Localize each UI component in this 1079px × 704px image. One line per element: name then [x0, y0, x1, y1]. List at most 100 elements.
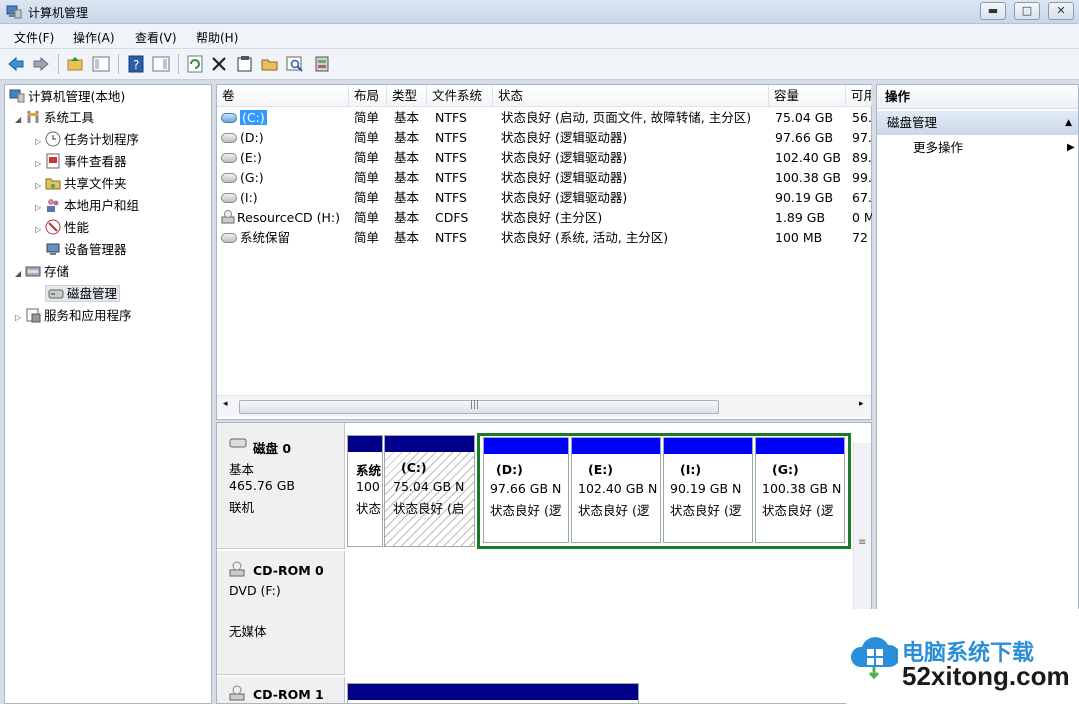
table-row[interactable]: ResourceCD (H:) 简单 基本 CDFS 状态良好 (主分区) 1.…: [217, 208, 872, 228]
table-row[interactable]: (G:) 简单 基本 NTFS 状态良好 (逻辑驱动器) 100.38 GB 9…: [217, 168, 872, 188]
tree-storage[interactable]: ◢ 存储: [15, 262, 69, 282]
expand-arrow-icon[interactable]: ▷: [35, 176, 45, 196]
search-icon[interactable]: [286, 55, 304, 73]
cd-drive-icon: [221, 210, 235, 224]
submenu-arrow-icon[interactable]: ▶: [1067, 142, 1075, 153]
column-header-volume[interactable]: 卷: [217, 85, 349, 107]
partition-status: 状态良好 (逻: [490, 503, 562, 518]
partition-size: 100: [356, 479, 380, 494]
toolbar-separator: [178, 54, 179, 74]
scroll-right-icon[interactable]: ▸: [859, 399, 864, 409]
table-row[interactable]: (C:) 简单 基本 NTFS 状态良好 (启动, 页面文件, 故障转储, 主分…: [217, 108, 872, 128]
partition-c[interactable]: (C:) 75.04 GB N 状态良好 (启: [384, 435, 475, 547]
actions-group-disk-management[interactable]: 磁盘管理 ▲: [877, 111, 1078, 135]
tree-services-apps[interactable]: ▷ 服务和应用程序: [15, 306, 132, 326]
tree-performance[interactable]: ▷ 性能: [35, 218, 89, 238]
cdrom0-info[interactable]: CD-ROM 0 DVD (F:) 无媒体: [217, 551, 345, 675]
table-row[interactable]: 系统保留 简单 基本 NTFS 状态良好 (系统, 活动, 主分区) 100 M…: [217, 228, 872, 248]
capacity-cell: 90.19 GB: [775, 190, 834, 205]
menu-file[interactable]: 文件(F): [14, 29, 54, 46]
collapse-arrow-icon[interactable]: ◢: [15, 264, 25, 284]
disk-settings-icon[interactable]: [313, 55, 331, 73]
status-cell: 状态良好 (逻辑驱动器): [501, 170, 628, 185]
partition-g[interactable]: (G:) 100.38 GB N 状态良好 (逻: [755, 437, 845, 543]
expand-arrow-icon[interactable]: ▷: [15, 308, 25, 328]
show-hide-tree-icon[interactable]: [92, 55, 110, 73]
disk0-type: 基本: [229, 462, 255, 477]
partition-system-reserved[interactable]: 系统 100 状态: [347, 435, 383, 547]
status-cell: 状态良好 (逻辑驱动器): [501, 190, 628, 205]
partition-d[interactable]: (D:) 97.66 GB N 状态良好 (逻: [483, 437, 569, 543]
partition-size: 97.66 GB N: [490, 481, 562, 496]
type-cell: 基本: [394, 230, 420, 245]
minimize-button[interactable]: ▬: [980, 2, 1006, 20]
collapse-icon[interactable]: ▲: [1065, 111, 1072, 135]
tree-disk-management[interactable]: 磁盘管理: [45, 284, 121, 304]
fs-cell: NTFS: [435, 190, 467, 205]
horizontal-scrollbar[interactable]: ◂ ||| ▸: [217, 395, 871, 417]
column-header-free[interactable]: 可用: [846, 85, 872, 107]
logical-drive-bar: [664, 438, 752, 454]
scroll-left-icon[interactable]: ◂: [223, 399, 228, 409]
up-folder-icon[interactable]: [66, 55, 84, 73]
table-row[interactable]: (D:) 简单 基本 NTFS 状态良好 (逻辑驱动器) 97.66 GB 97…: [217, 128, 872, 148]
show-action-pane-icon[interactable]: [152, 55, 170, 73]
type-cell: 基本: [394, 130, 420, 145]
disk0-info[interactable]: 磁盘 0 基本 465.76 GB 联机: [217, 423, 345, 549]
scroll-grip: ≡: [858, 537, 867, 548]
back-icon[interactable]: [7, 55, 25, 73]
table-row[interactable]: (E:) 简单 基本 NTFS 状态良好 (逻辑驱动器) 102.40 GB 8…: [217, 148, 872, 168]
volume-name: (E:): [240, 150, 262, 165]
column-header-layout[interactable]: 布局: [349, 85, 387, 107]
expand-arrow-icon[interactable]: ▷: [35, 132, 45, 152]
properties-icon[interactable]: [236, 55, 254, 73]
open-icon[interactable]: [261, 55, 279, 73]
column-header-status[interactable]: 状态: [493, 85, 769, 107]
partition-e[interactable]: (E:) 102.40 GB N 状态良好 (逻: [571, 437, 661, 543]
partition-label: (E:): [588, 462, 613, 477]
tree-task-scheduler[interactable]: ▷ 任务计划程序: [35, 130, 139, 150]
help-icon[interactable]: ?: [127, 55, 145, 73]
capacity-cell: 102.40 GB: [775, 150, 841, 165]
menu-action[interactable]: 操作(A): [73, 29, 115, 46]
menu-view[interactable]: 查看(V): [135, 29, 177, 46]
volume-cell: 系统保留: [221, 228, 349, 248]
tree-shared-folders[interactable]: ▷ 共享文件夹: [35, 174, 127, 194]
menu-help[interactable]: 帮助(H): [196, 29, 238, 46]
event-viewer-icon: [46, 153, 60, 169]
partition-i[interactable]: (I:) 90.19 GB N 状态良好 (逻: [663, 437, 753, 543]
tree-root[interactable]: 计算机管理(本地): [9, 87, 125, 107]
tree-device-manager[interactable]: 设备管理器: [45, 240, 127, 260]
expand-arrow-icon[interactable]: ▷: [35, 198, 45, 218]
maximize-button[interactable]: □: [1014, 2, 1040, 20]
svg-text:?: ?: [133, 58, 139, 72]
scrollbar-thumb[interactable]: |||: [239, 400, 719, 414]
title-bar: 计算机管理 ▬ □ ✕: [0, 0, 1079, 24]
layout-cell: 简单: [354, 150, 380, 165]
tree-system-tools[interactable]: ◢ 系统工具: [15, 108, 94, 128]
cdrom1-info[interactable]: CD-ROM 1: [217, 677, 345, 703]
shared-folder-icon: [45, 178, 61, 190]
refresh-icon[interactable]: [186, 55, 204, 73]
delete-icon[interactable]: [210, 55, 228, 73]
volume-name: (C:): [240, 110, 267, 125]
disk0-state: 联机: [229, 500, 255, 515]
column-header-filesystem[interactable]: 文件系统: [427, 85, 493, 107]
collapse-arrow-icon[interactable]: ◢: [15, 110, 25, 130]
cdrom1-partition[interactable]: [347, 683, 639, 703]
expand-arrow-icon[interactable]: ▷: [35, 220, 45, 240]
tree-local-users[interactable]: ▷ 本地用户和组: [35, 196, 139, 216]
forward-icon[interactable]: [32, 55, 50, 73]
drive-icon: [221, 113, 237, 123]
capacity-cell: 100.38 GB: [775, 170, 841, 185]
tree-event-viewer[interactable]: ▷ 事件查看器: [35, 152, 127, 172]
more-actions-item[interactable]: 更多操作: [913, 137, 963, 159]
close-button[interactable]: ✕: [1048, 2, 1074, 20]
expand-arrow-icon[interactable]: ▷: [35, 154, 45, 174]
column-header-type[interactable]: 类型: [387, 85, 427, 107]
cd-drive-icon: [229, 685, 245, 701]
table-row[interactable]: (I:) 简单 基本 NTFS 状态良好 (逻辑驱动器) 90.19 GB 67…: [217, 188, 872, 208]
computer-management-icon: [9, 89, 25, 103]
column-header-capacity[interactable]: 容量: [769, 85, 846, 107]
selected-node[interactable]: 磁盘管理: [45, 285, 121, 302]
